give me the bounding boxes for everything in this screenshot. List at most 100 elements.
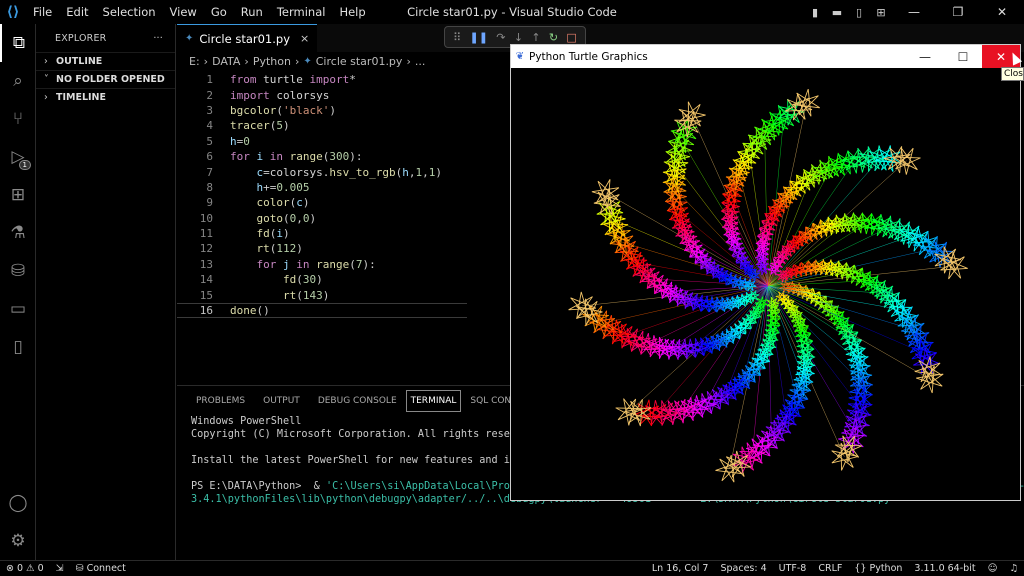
- database-icon: ⛁: [75, 563, 87, 574]
- vscode-logo-icon: ⟨⟩: [6, 4, 20, 20]
- explorer-icon[interactable]: ⧉: [0, 24, 36, 62]
- stop-icon[interactable]: □: [566, 31, 576, 44]
- drag-handle-icon[interactable]: ⠿: [453, 31, 461, 44]
- line-number: 1: [206, 73, 213, 87]
- toggle-panel-icon[interactable]: ▬: [826, 0, 848, 24]
- breadcrumb-drive[interactable]: E:: [189, 55, 200, 68]
- breadcrumb-file[interactable]: Circle star01.py: [316, 55, 403, 68]
- explorer-more-button[interactable]: ···: [153, 33, 163, 44]
- line-number: 9: [206, 196, 213, 210]
- menu-go[interactable]: Go: [204, 0, 234, 24]
- line-number: 2: [206, 88, 213, 102]
- terminal-prompt: PS E:\DATA\Python> &: [191, 481, 326, 492]
- title-bar: ⟨⟩ File Edit Selection View Go Run Termi…: [0, 0, 1024, 24]
- bell-icon[interactable]: ♫: [1003, 563, 1024, 574]
- minimize-button[interactable]: —: [892, 0, 936, 24]
- tab-label: Circle star01.py: [199, 31, 291, 46]
- line-number: 12: [199, 242, 213, 256]
- tab-debug-console[interactable]: DEBUG CONSOLE: [309, 386, 406, 416]
- turtle-drawing: [568, 88, 968, 483]
- code-text: color(c): [256, 196, 310, 210]
- extensions-icon[interactable]: ⊞: [0, 176, 36, 214]
- line-number: 4: [206, 119, 213, 133]
- turtle-title-bar: ❦ Python Turtle Graphics — ☐ ✕: [511, 45, 1020, 68]
- run-debug-icon[interactable]: ▷ 1: [0, 138, 36, 176]
- account-icon[interactable]: ◯: [0, 484, 36, 522]
- restart-icon[interactable]: ↻: [549, 31, 558, 44]
- status-bar: ⊗ 0 ⚠ 0 ⇲ ⛁ Connect Ln 16, Col 7 Spaces:…: [0, 560, 1024, 576]
- step-out-icon[interactable]: ↑: [531, 31, 540, 44]
- code-text: rt(143): [282, 288, 330, 302]
- breadcrumb-symbol[interactable]: ...: [415, 55, 426, 68]
- menu-file[interactable]: File: [26, 0, 59, 24]
- search-icon[interactable]: ⌕: [0, 62, 36, 100]
- turtle-minimize-button[interactable]: —: [906, 45, 944, 68]
- tab-terminal[interactable]: TERMINAL: [405, 390, 462, 412]
- debug-status-icon[interactable]: ⇲: [50, 563, 70, 574]
- line-number: 15: [199, 288, 213, 302]
- breadcrumb-separator: ›: [244, 54, 249, 68]
- step-into-icon[interactable]: ↓: [514, 31, 523, 44]
- menu-run[interactable]: Run: [234, 0, 270, 24]
- spiral-star: [842, 148, 867, 174]
- code-text: for j in range(7):: [256, 257, 376, 271]
- turtle-window-title: Python Turtle Graphics: [529, 50, 648, 63]
- code-text: fd(i): [256, 227, 290, 241]
- tab-problems[interactable]: PROBLEMS: [187, 386, 254, 416]
- code-text: bgcolor('black'): [230, 103, 336, 117]
- encoding[interactable]: UTF-8: [773, 563, 813, 574]
- chevron-down-icon: ˅: [44, 74, 49, 85]
- tab-close-button[interactable]: ×: [300, 32, 309, 45]
- step-over-icon[interactable]: ↷: [496, 31, 505, 44]
- connect-status[interactable]: ⛁ Connect: [70, 563, 132, 574]
- testing-icon[interactable]: ⚗: [0, 214, 36, 252]
- python-file-icon: ✦: [303, 55, 312, 67]
- database-icon[interactable]: ⛁: [0, 252, 36, 290]
- feedback-icon[interactable]: ☺: [982, 563, 1004, 574]
- line-number: 13: [199, 257, 213, 271]
- code-text: done(): [230, 304, 270, 318]
- breadcrumb-python[interactable]: Python: [253, 55, 291, 68]
- source-control-icon[interactable]: ⑂: [0, 100, 36, 138]
- customize-layout-icon[interactable]: ⊞: [870, 0, 892, 24]
- indentation[interactable]: Spaces: 4: [714, 563, 772, 574]
- device-icon[interactable]: ▯: [0, 328, 36, 366]
- remote-explorer-icon[interactable]: ▭: [0, 290, 36, 328]
- toggle-secondary-sidebar-icon[interactable]: ▯: [848, 0, 870, 24]
- explorer-sidebar: EXPLORER ··· › OUTLINE ˅ NO FOLDER OPENED …: [36, 24, 176, 560]
- breadcrumb-data[interactable]: DATA: [212, 55, 240, 68]
- debug-badge: 1: [18, 160, 31, 170]
- close-window-button[interactable]: ✕: [980, 0, 1024, 24]
- line-number: 7: [206, 165, 213, 179]
- gear-icon[interactable]: ⚙: [0, 522, 36, 560]
- tab-circle-star01[interactable]: ✦ Circle star01.py ×: [177, 24, 318, 52]
- code-text: tracer(5): [230, 119, 290, 133]
- menu-terminal[interactable]: Terminal: [270, 0, 333, 24]
- python-interpreter[interactable]: 3.11.0 64-bit: [908, 563, 981, 574]
- code-text: for i in range(300):: [230, 150, 363, 164]
- end-of-line[interactable]: CRLF: [812, 563, 848, 574]
- line-number: 5: [206, 134, 213, 148]
- spiral-star: [792, 88, 820, 117]
- menu-selection[interactable]: Selection: [96, 0, 163, 24]
- code-text: goto(0,0): [256, 211, 317, 225]
- code-text: h=0: [230, 134, 250, 148]
- tab-output[interactable]: OUTPUT: [254, 386, 309, 416]
- line-number: 3: [206, 103, 213, 117]
- problems-status[interactable]: ⊗ 0 ⚠ 0: [0, 563, 50, 574]
- timeline-section[interactable]: › TIMELINE: [36, 88, 175, 106]
- code-text: from turtle import*: [230, 73, 356, 87]
- language-mode[interactable]: {} Python: [848, 563, 908, 574]
- menu-edit[interactable]: Edit: [59, 0, 95, 24]
- no-folder-section[interactable]: ˅ NO FOLDER OPENED: [36, 70, 175, 88]
- python-file-icon: ✦: [185, 33, 194, 44]
- cursor-position[interactable]: Ln 16, Col 7: [646, 563, 715, 574]
- toggle-primary-sidebar-icon[interactable]: ▮: [804, 0, 826, 24]
- turtle-maximize-button[interactable]: ☐: [944, 45, 982, 68]
- restore-button[interactable]: ❐: [936, 0, 980, 24]
- outline-section[interactable]: › OUTLINE: [36, 52, 175, 70]
- menu-help[interactable]: Help: [332, 0, 372, 24]
- menu-view[interactable]: View: [163, 0, 204, 24]
- pause-icon[interactable]: ❚❚: [470, 31, 488, 44]
- code-line[interactable]: 16 done(): [177, 302, 467, 319]
